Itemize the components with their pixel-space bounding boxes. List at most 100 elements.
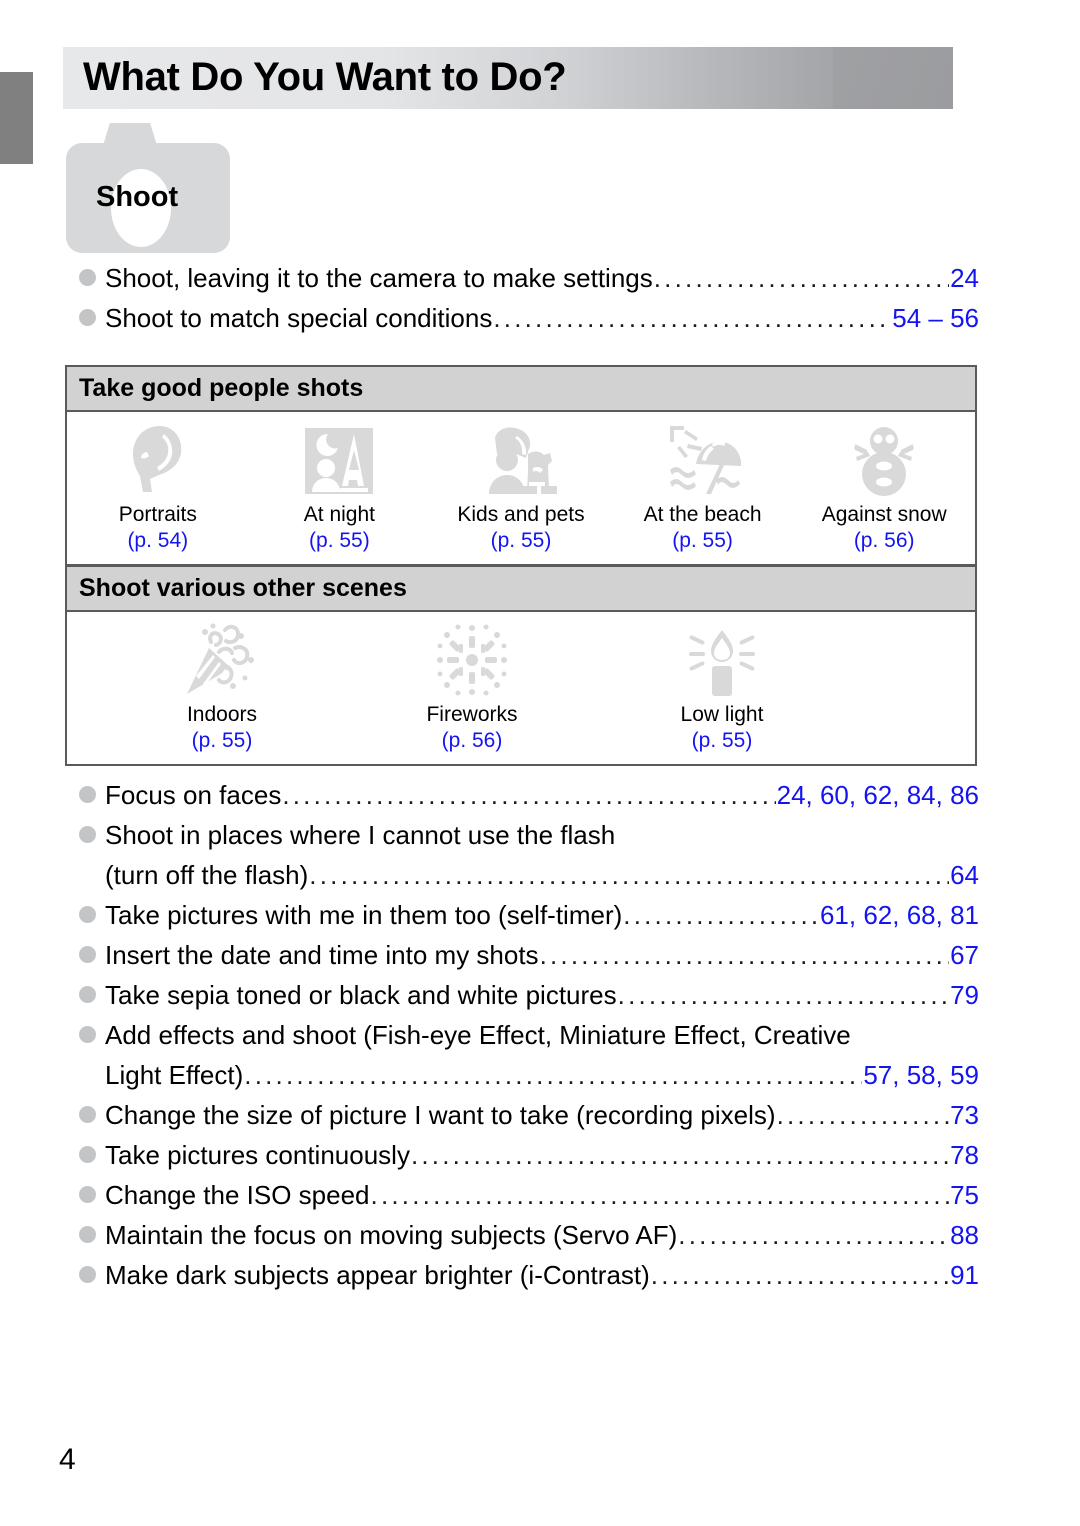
toc-entry-row[interactable]: Take pictures continuously..............… xyxy=(79,1135,979,1175)
dot-leader: ........................................… xyxy=(623,900,819,930)
toc-entry-row[interactable]: Shoot, leaving it to the camera to make … xyxy=(79,258,979,298)
scene-mode-item[interactable]: Indoors (p. 55) xyxy=(97,623,347,754)
bullet-dot-icon xyxy=(79,1266,96,1283)
toc-page-reference[interactable]: 88 xyxy=(950,1215,979,1255)
scene-table-heading: Shoot various other scenes xyxy=(67,567,975,612)
toc-entry-row[interactable]: Change the ISO speed....................… xyxy=(79,1175,979,1215)
scene-mode-item[interactable]: Against snow (p. 56) xyxy=(793,426,975,554)
toc-page-reference[interactable]: 54 – 56 xyxy=(892,298,979,338)
toc-entry-row[interactable]: Shoot in places where I cannot use the f… xyxy=(79,815,979,855)
toc-page-reference[interactable]: 67 xyxy=(950,935,979,975)
scene-mode-page-reference[interactable]: (p. 55) xyxy=(597,728,847,754)
toc-entry-row[interactable]: Take sepia toned or black and white pict… xyxy=(79,975,979,1015)
toc-page-reference[interactable]: 64 xyxy=(950,855,979,895)
toc-entry-row[interactable]: Maintain the focus on moving subjects (S… xyxy=(79,1215,979,1255)
bullet-dot-icon xyxy=(79,1146,96,1163)
snowman-icon xyxy=(793,426,975,498)
scene-mode-label: Kids and pets xyxy=(457,503,585,526)
toc-page-reference[interactable]: 73 xyxy=(950,1095,979,1135)
bullet-dot-icon xyxy=(79,1106,96,1123)
scene-table-people: Take good people shots Portraits (p. 54) … xyxy=(65,365,977,566)
toc-entry-row[interactable]: Make dark subjects appear brighter (i-Co… xyxy=(79,1255,979,1295)
toc-page-reference[interactable]: 24, 60, 62, 84, 86 xyxy=(777,775,979,815)
toc-page-reference[interactable]: 24 xyxy=(950,258,979,298)
page-banner: What Do You Want to Do? xyxy=(63,47,979,109)
bullet-dot-icon xyxy=(79,269,96,286)
scene-mode-label: Low light xyxy=(680,703,764,726)
toc-page-reference[interactable]: 61, 62, 68, 81 xyxy=(820,895,979,935)
night-scene-icon xyxy=(249,426,431,498)
toc-entry-label: Make dark subjects appear brighter (i-Co… xyxy=(105,1260,650,1290)
toc-page-reference[interactable]: 91 xyxy=(950,1255,979,1295)
scene-item-row: Indoors (p. 55) Fireworks (p. 56) Low li… xyxy=(67,612,975,764)
concentric-arcs-decoration xyxy=(855,47,1043,109)
scene-mode-item[interactable]: At the beach (p. 55) xyxy=(612,426,794,554)
scene-mode-page-reference[interactable]: (p. 55) xyxy=(97,728,347,754)
top-entry-list: Shoot, leaving it to the camera to make … xyxy=(79,258,979,338)
bullet-dot-icon xyxy=(79,986,96,1003)
toc-entry-label: Take pictures continuously xyxy=(105,1140,410,1170)
bullet-dot-icon xyxy=(79,826,96,843)
dot-leader: ........................................… xyxy=(653,263,949,293)
scene-mode-item[interactable]: Portraits (p. 54) xyxy=(67,426,249,554)
toc-entry-row[interactable]: Light Effect)...........................… xyxy=(79,1055,979,1095)
dot-leader: ........................................… xyxy=(493,303,891,333)
bottom-entry-list: Focus on faces..........................… xyxy=(79,775,979,1295)
toc-entry-label: Maintain the focus on moving subjects (S… xyxy=(105,1220,678,1250)
party-popper-icon xyxy=(97,623,347,698)
toc-entry-row[interactable]: Focus on faces..........................… xyxy=(79,775,979,815)
toc-entry-label: Shoot in places where I cannot use the f… xyxy=(105,820,616,850)
scene-mode-page-reference[interactable]: (p. 55) xyxy=(612,528,794,554)
scene-mode-item[interactable]: Kids and pets (p. 55) xyxy=(430,426,612,554)
scene-table-other: Shoot various other scenes Indoors (p. 55… xyxy=(65,565,977,766)
section-badge-label: Shoot xyxy=(96,181,179,213)
toc-entry-row[interactable]: Insert the date and time into my shots..… xyxy=(79,935,979,975)
toc-entry-row[interactable]: Add effects and shoot (Fish-eye Effect, … xyxy=(79,1015,979,1055)
toc-page-reference[interactable]: 78 xyxy=(950,1135,979,1175)
scene-mode-item[interactable]: Low light (p. 55) xyxy=(597,626,847,754)
bullet-dot-icon xyxy=(79,906,96,923)
scene-mode-label: At the beach xyxy=(643,503,762,526)
bullet-dot-icon xyxy=(79,309,96,326)
scene-mode-item[interactable]: Fireworks (p. 56) xyxy=(347,624,597,754)
scene-table-heading: Take good people shots xyxy=(67,367,975,412)
bullet-dot-icon xyxy=(79,786,96,803)
toc-entry-row[interactable]: (turn off the flash)....................… xyxy=(79,855,979,895)
beach-umbrella-icon xyxy=(612,426,794,498)
dot-leader: ........................................… xyxy=(650,1260,949,1290)
scene-mode-page-reference[interactable]: (p. 56) xyxy=(793,528,975,554)
fireworks-icon xyxy=(347,624,597,698)
dot-leader: ........................................… xyxy=(678,1220,950,1250)
toc-entry-row[interactable]: Take pictures with me in them too (self-… xyxy=(79,895,979,935)
dot-leader: ........................................… xyxy=(539,940,950,970)
toc-entry-label: (turn off the flash) xyxy=(105,860,309,890)
toc-page-reference[interactable]: 75 xyxy=(950,1175,979,1215)
scene-mode-page-reference[interactable]: (p. 56) xyxy=(347,728,597,754)
page-title: What Do You Want to Do? xyxy=(83,55,567,99)
bullet-dot-icon xyxy=(79,1186,96,1203)
toc-page-reference[interactable]: 79 xyxy=(950,975,979,1015)
toc-entry-label: Shoot to match special conditions xyxy=(105,303,493,333)
kids-and-pets-icon xyxy=(430,426,612,498)
toc-page-reference[interactable]: 57, 58, 59 xyxy=(863,1055,979,1095)
toc-entry-row[interactable]: Shoot to match special conditions.......… xyxy=(79,298,979,338)
scene-mode-page-reference[interactable]: (p. 55) xyxy=(430,528,612,554)
toc-entry-label: Change the size of picture I want to tak… xyxy=(105,1100,776,1130)
scene-mode-label: Against snow xyxy=(821,503,947,526)
dot-leader: ........................................… xyxy=(617,980,949,1010)
page-number: 4 xyxy=(59,1443,76,1476)
scene-mode-label: At night xyxy=(303,503,375,526)
toc-entry-label: Insert the date and time into my shots xyxy=(105,940,539,970)
bullet-dot-icon xyxy=(79,1226,96,1243)
scene-mode-item[interactable]: At night (p. 55) xyxy=(249,426,431,554)
dot-leader: ........................................… xyxy=(776,1100,950,1130)
dot-leader: ........................................… xyxy=(309,860,949,890)
scene-mode-page-reference[interactable]: (p. 55) xyxy=(249,528,431,554)
camera-badge: Shoot xyxy=(66,123,230,253)
scene-mode-label: Portraits xyxy=(118,503,197,526)
scene-mode-page-reference[interactable]: (p. 54) xyxy=(67,528,249,554)
dot-leader: ........................................… xyxy=(370,1180,950,1210)
toc-entry-row[interactable]: Change the size of picture I want to tak… xyxy=(79,1095,979,1135)
scene-mode-label: Indoors xyxy=(186,703,258,726)
bullet-dot-icon xyxy=(79,1026,96,1043)
